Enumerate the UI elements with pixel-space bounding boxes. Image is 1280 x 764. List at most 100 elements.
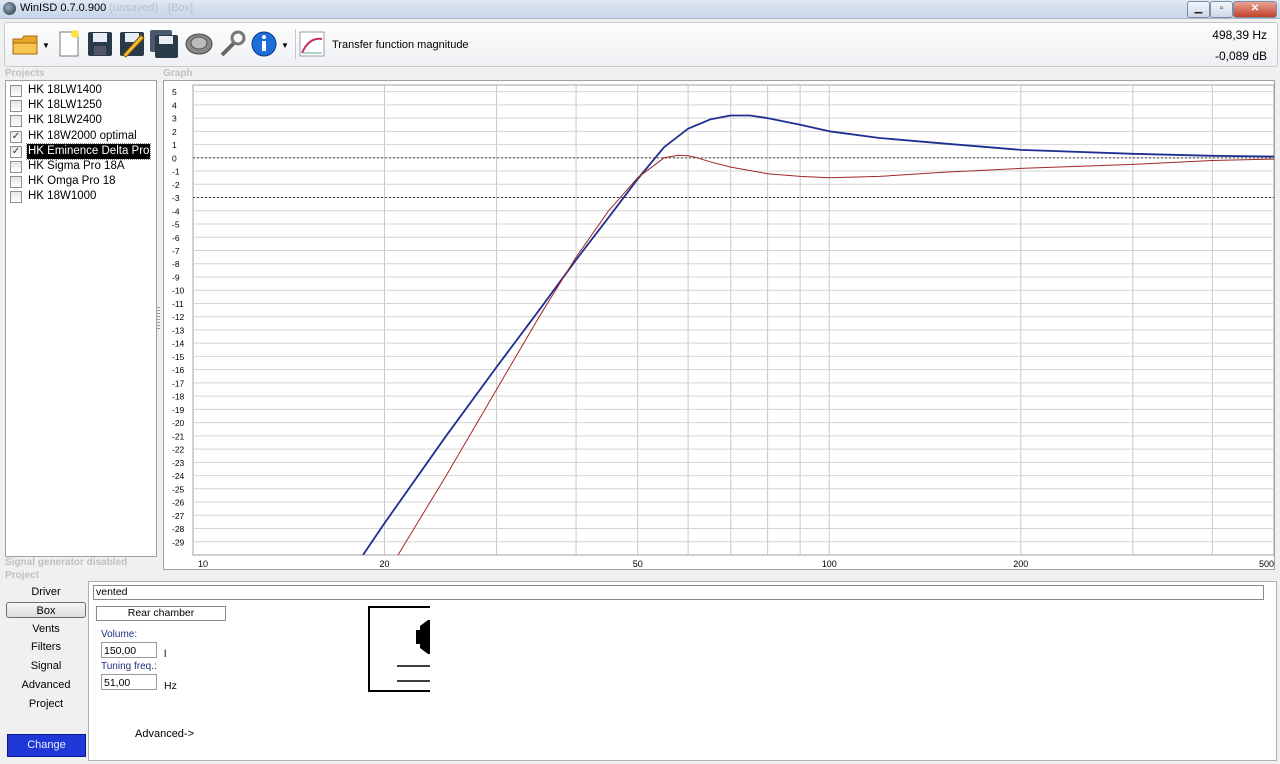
y-tick-label: 2 (172, 127, 177, 137)
nav-signal[interactable]: Signal (6, 658, 86, 674)
y-tick-label: -11 (172, 299, 184, 309)
volume-label: Volume: (101, 629, 138, 640)
plot-area (192, 84, 1275, 556)
toolbar-separator (295, 29, 296, 59)
project-item[interactable]: HK Sigma Pro 18A (8, 159, 156, 174)
y-tick-label: -27 (172, 511, 185, 521)
project-checkbox[interactable] (10, 161, 22, 173)
projects-header: Projects (5, 68, 45, 79)
project-label[interactable]: HK Omga Pro 18 (27, 174, 117, 189)
save-as-icon[interactable] (117, 29, 147, 59)
open-dropdown-arrow-icon[interactable]: ▼ (42, 41, 50, 50)
driver-icon[interactable] (184, 29, 214, 59)
project-checkbox[interactable] (10, 100, 22, 113)
project-checkbox[interactable] (10, 115, 22, 128)
graph-panel[interactable]: 5 4 3 2 1 0 -1 -2 -3 -4 -5 -6 -7 -8 -9 -10 -11 -12 -13 -14-… (163, 80, 1275, 570)
y-tick-label: -9 (172, 272, 180, 282)
new-document-icon[interactable] (54, 29, 84, 59)
transfer-function-chart[interactable]: 543210-1-2-3-4-5-6-7-8-9-10-11-12-13-14-… (164, 81, 1275, 569)
rear-chamber-button[interactable]: Rear chamber (96, 606, 226, 621)
advanced-link[interactable]: Advanced-> (135, 728, 194, 740)
y-tick-label: -22 (172, 445, 185, 455)
project-checkbox[interactable] (10, 176, 22, 189)
project-label[interactable]: HK 18W2000 optimal (27, 129, 138, 144)
project-item[interactable]: HK Omga Pro 18 (8, 174, 156, 189)
y-tick-label: -8 (172, 259, 180, 269)
project-checkbox[interactable] (10, 191, 22, 204)
transfer-function-icon[interactable] (299, 31, 325, 57)
volume-input[interactable]: 150,00 (101, 642, 157, 658)
y-tick-label: -2 (172, 180, 180, 190)
y-tick-label: 5 (172, 87, 177, 97)
y-tick-label: -12 (172, 312, 185, 322)
save-all-icon[interactable] (149, 29, 179, 59)
maximize-button[interactable]: ▫ (1210, 1, 1233, 18)
nav-project[interactable]: Project (6, 696, 86, 712)
project-label[interactable]: HK 18W1000 (27, 189, 97, 204)
y-tick-label: -26 (172, 498, 185, 508)
info-dropdown-arrow-icon[interactable]: ▼ (281, 41, 289, 50)
nav-box[interactable]: Box (6, 602, 86, 618)
y-tick-label: 1 (172, 140, 177, 150)
volume-unit: l (164, 648, 167, 660)
x-tick-label: 10 (198, 559, 208, 569)
project-checkbox[interactable] (10, 85, 22, 97)
y-tick-label: -1 (172, 167, 180, 177)
change-button[interactable]: Change (7, 734, 86, 757)
open-folder-icon[interactable] (11, 29, 41, 59)
project-label[interactable]: HK 18LW1400 (27, 83, 103, 98)
project-header: Project (5, 570, 39, 581)
nav-filters[interactable]: Filters (6, 639, 86, 655)
tools-icon[interactable] (217, 29, 247, 59)
y-tick-label: -29 (172, 537, 185, 547)
nav-advanced[interactable]: Advanced (6, 677, 86, 693)
project-checkbox[interactable]: ✓ (10, 130, 22, 143)
nav-driver[interactable]: Driver (6, 584, 86, 600)
save-icon[interactable] (85, 29, 115, 59)
y-tick-label: -20 (172, 418, 185, 428)
y-tick-label: -5 (172, 220, 180, 230)
nav-vents[interactable]: Vents (6, 621, 86, 637)
y-tick-label: -6 (172, 233, 180, 243)
tuning-freq-input[interactable]: 51,00 (101, 674, 157, 690)
box-type-select[interactable]: vented (93, 585, 1264, 600)
y-tick-label: -3 (172, 193, 180, 203)
graph-header: Graph (163, 68, 193, 79)
window-title: WinISD 0.7.0.900 (unsaved) - [Box] (20, 2, 194, 14)
info-icon[interactable] (249, 29, 279, 59)
x-tick-label: 50 (633, 559, 643, 569)
splitter-handle[interactable] (157, 307, 160, 329)
project-label[interactable]: HK Eminence Delta Pro (25, 142, 152, 160)
y-tick-label: -7 (172, 246, 180, 256)
y-tick-label: -17 (172, 378, 185, 388)
project-list[interactable]: HK 18LW1400 HK 18LW1250 HK 18LW2400 ✓ HK 18W… (5, 80, 157, 557)
y-tick-label: -4 (172, 206, 180, 216)
project-item[interactable]: HK 18W1000 (8, 189, 156, 204)
project-label[interactable]: HK Sigma Pro 18A (27, 159, 126, 174)
y-tick-label: -23 (172, 458, 185, 468)
project-checkbox[interactable]: ✓ (10, 145, 22, 158)
window-title-suffix: (unsaved) - [Box] (109, 2, 194, 14)
y-tick-label: -16 (172, 365, 185, 375)
project-label[interactable]: HK 18LW1250 (27, 98, 103, 113)
minimize-button[interactable]: ▁ (1187, 1, 1210, 18)
x-tick-label: 100 (822, 559, 837, 569)
project-label[interactable]: HK 18LW2400 (27, 113, 103, 128)
project-item[interactable]: HK 18LW1400 (8, 83, 156, 98)
y-tick-label: -18 (172, 392, 185, 402)
graph-type-label[interactable]: Transfer function magnitude (332, 39, 469, 51)
box-panel: vented Rear chamber Volume: 150,00 l Tun… (88, 581, 1277, 761)
project-item[interactable]: HK 18LW1250 (8, 98, 156, 113)
frequency-readout: 498,39 Hz (1212, 28, 1267, 42)
project-item[interactable]: ✓ HK Eminence Delta Pro (8, 142, 156, 160)
y-tick-label: -13 (172, 325, 185, 335)
close-button[interactable]: ✕ (1233, 1, 1277, 18)
project-item[interactable]: HK 18LW2400 (8, 113, 156, 128)
signal-generator-status: Signal generator disabled (5, 557, 128, 568)
box-diagram (368, 606, 430, 692)
y-tick-label: -10 (172, 286, 185, 296)
y-tick-label: -28 (172, 524, 185, 534)
y-tick-label: -14 (172, 339, 185, 349)
project-item[interactable]: ✓ HK 18W2000 optimal (8, 129, 156, 144)
y-tick-label: -25 (172, 484, 185, 494)
